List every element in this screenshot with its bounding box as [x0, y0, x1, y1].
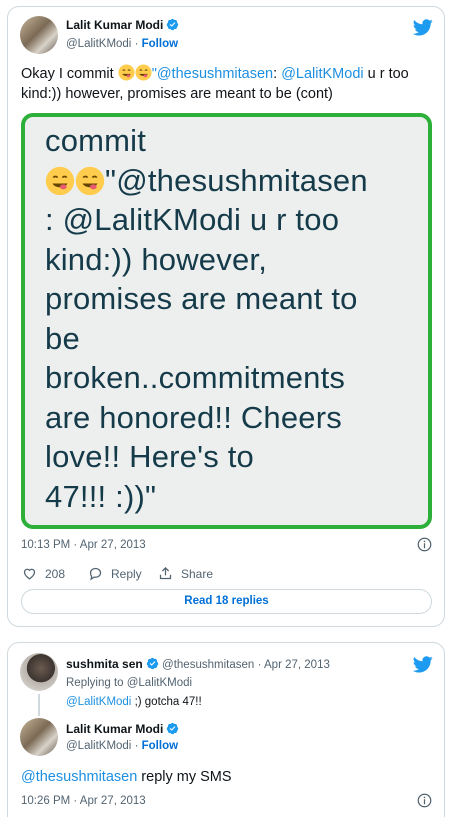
avatar-sushmita[interactable]	[20, 653, 58, 691]
image-text: commit "@thesushmitasen : @LalitKModi u …	[45, 123, 368, 514]
verified-badge-icon	[146, 657, 158, 670]
tweet-card-lalit[interactable]: Lalit Kumar Modi @LalitKModi · Follow Ok…	[7, 6, 445, 627]
mention-link[interactable]: @LalitKModi	[66, 696, 131, 708]
avatar-lalit[interactable]	[20, 16, 58, 54]
read-replies-button[interactable]: Read 18 replies	[21, 589, 432, 614]
twitter-bird-icon[interactable]	[413, 656, 433, 673]
replying-to: Replying to @LalitKModi	[66, 677, 193, 689]
reply-body: @LalitKModi ;) gotcha 47!!	[66, 696, 202, 708]
smiling-face-emoji	[118, 64, 135, 81]
info-icon[interactable]	[417, 537, 432, 552]
reply-bubble-icon	[89, 567, 102, 581]
verified-badge-icon	[167, 722, 179, 735]
thread-connector	[38, 694, 40, 716]
smiling-face-emoji	[45, 166, 75, 195]
mention-link[interactable]: @LalitKModi	[281, 66, 363, 82]
twitter-bird-icon[interactable]	[413, 19, 433, 36]
mention-link[interactable]: "@thesushmitasen	[152, 66, 273, 82]
author-name[interactable]: Lalit Kumar Modi	[66, 18, 179, 32]
tweet-card-thread[interactable]: sushmita sen @thesushmitasen · Apr 27, 2…	[7, 642, 445, 817]
reply-header: sushmita sen @thesushmitasen · Apr 27, 2…	[66, 657, 330, 671]
avatar-lalit[interactable]	[20, 718, 58, 756]
reply-button[interactable]: Reply	[88, 566, 142, 581]
author-handle[interactable]: @thesushmitasen	[162, 659, 254, 671]
share-button[interactable]: Share	[158, 566, 213, 581]
tweet-date[interactable]: · Apr 27, 2013	[258, 659, 330, 671]
heart-icon	[23, 568, 36, 580]
author-name[interactable]: sushmita sen	[66, 657, 143, 671]
smiling-face-emoji	[75, 166, 105, 195]
tweet-timestamp[interactable]: 10:13 PM · Apr 27, 2013	[21, 539, 146, 551]
follow-button[interactable]: Follow	[142, 38, 178, 50]
author-handle-line: @LalitKModi · Follow	[66, 740, 179, 752]
author-handle-line: @LalitKModi · Follow	[66, 38, 179, 50]
verified-badge-icon	[167, 18, 179, 31]
mention-link[interactable]: @thesushmitasen	[21, 769, 137, 785]
tweet-body: Okay I commit "@thesushmitasen: @LalitKM…	[21, 64, 409, 102]
share-icon	[159, 566, 172, 580]
tweet-timestamp[interactable]: 10:26 PM · Apr 27, 2013	[21, 795, 146, 807]
like-button[interactable]: 208	[22, 566, 65, 581]
author-name[interactable]: Lalit Kumar Modi	[66, 722, 179, 736]
tweet-body: @thesushmitasen reply my SMS	[21, 769, 232, 785]
info-icon[interactable]	[417, 793, 432, 808]
tweet-image[interactable]: commit "@thesushmitasen : @LalitKModi u …	[21, 113, 432, 529]
follow-button[interactable]: Follow	[142, 740, 178, 752]
smiling-face-emoji	[135, 64, 152, 81]
